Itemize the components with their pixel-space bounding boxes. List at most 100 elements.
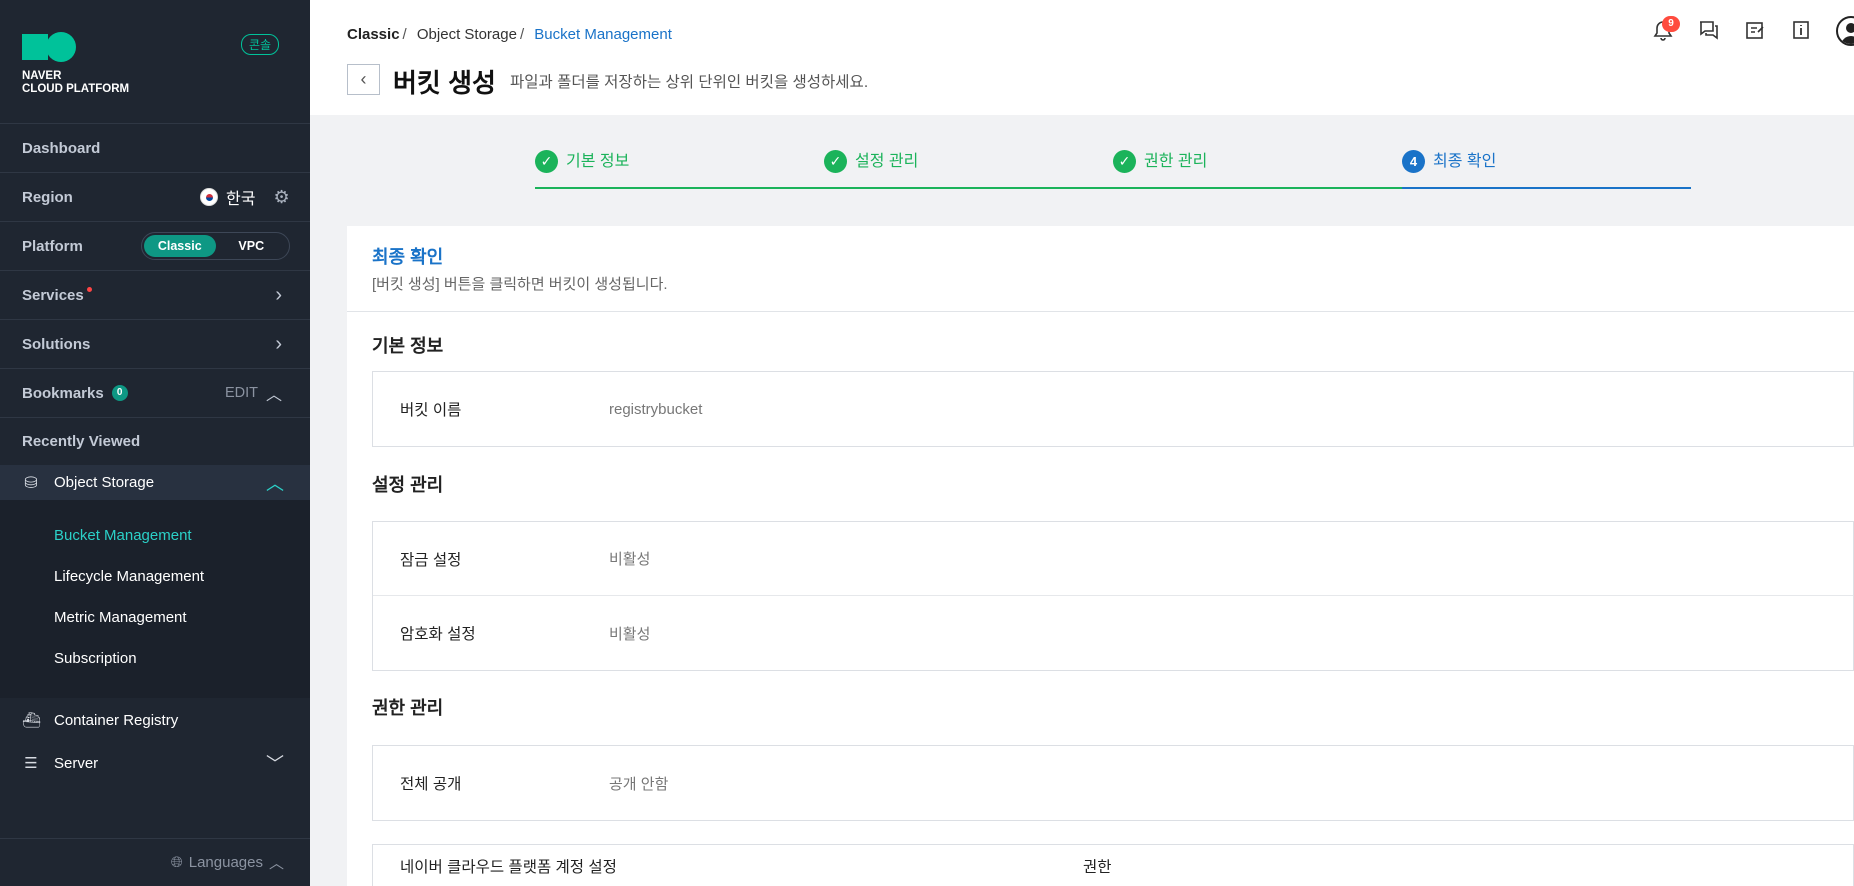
sidebar: NAVER CLOUD PLATFORM 콘솔 Dashboard Region…: [0, 0, 310, 886]
dashboard-label: Dashboard: [22, 139, 101, 157]
section-title-basic: 기본 정보: [372, 336, 444, 356]
chevron-right-icon: ›: [275, 283, 282, 306]
bell-icon[interactable]: 9: [1652, 16, 1680, 42]
submenu-lifecycle-management[interactable]: Lifecycle Management: [54, 568, 204, 585]
container-registry-icon: ⛴: [22, 712, 42, 729]
check-icon: ✓: [824, 150, 847, 173]
step-progress: ✓ 기본 정보 ✓ 설정 관리 ✓ 권한 관리 4 최종 확인: [535, 150, 1692, 190]
chevron-up-icon[interactable]: ︿: [266, 381, 282, 405]
console-badge[interactable]: 콘솔: [241, 34, 280, 55]
logo-mark-icon: [22, 32, 129, 62]
back-button[interactable]: ‹: [347, 64, 380, 95]
column-header-permission: 권한: [1083, 858, 1112, 876]
solutions-label: Solutions: [22, 335, 91, 353]
page-subtitle: 파일과 폴더를 저장하는 상위 단위인 버킷을 생성하세요.: [510, 74, 869, 91]
chevron-up-icon: ︿: [266, 473, 284, 494]
sidebar-item-object-storage[interactable]: ⛁ Object Storage ︿: [0, 465, 310, 500]
submenu-bucket-management[interactable]: Bucket Management: [54, 527, 192, 544]
step-settings: ✓ 설정 관리: [824, 150, 1113, 189]
sidebar-item-services[interactable]: Services ›: [0, 270, 310, 319]
chevron-right-icon: ›: [275, 332, 282, 355]
server-label: Server: [54, 754, 99, 772]
info-value: 비활성: [609, 625, 651, 643]
container-registry-label: Container Registry: [54, 711, 179, 729]
info-row-public: 전체 공개 공개 안함: [373, 746, 1853, 820]
info-book-icon[interactable]: [1790, 20, 1812, 42]
chevron-up-icon: ︿: [268, 855, 284, 872]
info-value: 공개 안함: [609, 775, 669, 793]
info-key: 암호화 설정: [400, 626, 476, 643]
basic-info-box: 버킷 이름 registrybucket: [372, 371, 1854, 447]
submenu-metric-management[interactable]: Metric Management: [54, 609, 187, 626]
page-title: 버킷 생성: [393, 68, 496, 98]
region-selector[interactable]: 한국 ⚙: [200, 185, 290, 209]
info-key: 버킷 이름: [400, 402, 462, 419]
platform-label: Platform: [22, 237, 83, 255]
sidebar-item-container-registry[interactable]: ⛴ Container Registry: [0, 700, 310, 740]
step-label: 기본 정보: [566, 153, 630, 170]
new-dot-icon: [86, 286, 92, 292]
step-basic-info: ✓ 기본 정보: [535, 150, 824, 189]
platform-toggle[interactable]: Classic VPC: [141, 232, 290, 260]
section-title-permissions: 권한 관리: [372, 698, 444, 718]
platform-option-vpc[interactable]: VPC: [216, 235, 288, 257]
step-number: 4: [1402, 150, 1425, 173]
info-row-encryption: 암호화 설정 비활성: [373, 596, 1853, 670]
object-storage-label: Object Storage: [54, 474, 155, 491]
chat-icon[interactable]: [1698, 20, 1720, 42]
card-title: 최종 확인: [372, 247, 444, 267]
check-icon: ✓: [1113, 150, 1136, 173]
info-key: 전체 공개: [400, 776, 462, 793]
breadcrumb-object-storage[interactable]: Object Storage: [417, 26, 517, 43]
chevron-left-icon: ‹: [360, 69, 367, 89]
logo-text-line2: CLOUD PLATFORM: [22, 83, 130, 95]
database-icon: ⛁: [24, 474, 38, 492]
memo-icon[interactable]: [1744, 20, 1766, 42]
globe-icon: 🌐︎: [170, 854, 183, 871]
sidebar-item-server[interactable]: ☰ Server ﹀: [0, 743, 310, 783]
sidebar-item-recently-viewed[interactable]: Recently Viewed: [0, 417, 310, 465]
step-final-confirm: 4 최종 확인: [1402, 150, 1691, 189]
settings-info-box: 잠금 설정 비활성 암호화 설정 비활성: [372, 521, 1854, 671]
sidebar-item-bookmarks[interactable]: Bookmarks 0 EDIT ︿: [0, 368, 310, 417]
column-header-account: 네이버 클라우드 플랫폼 계정 설정: [400, 858, 617, 876]
card-description: [버킷 생성] 버튼을 클릭하면 버킷이 생성됩니다.: [372, 276, 668, 293]
step-permissions: ✓ 권한 관리: [1113, 150, 1402, 189]
user-avatar-icon[interactable]: [1836, 16, 1854, 46]
object-storage-submenu: Bucket Management Lifecycle Management M…: [0, 500, 310, 698]
check-icon: ✓: [535, 150, 558, 173]
languages-selector[interactable]: 🌐︎ Languages ︿: [0, 838, 310, 886]
step-label: 권한 관리: [1144, 153, 1208, 170]
final-confirm-card: 최종 확인 [버킷 생성] 버튼을 클릭하면 버킷이 생성됩니다. 기본 정보 …: [347, 226, 1854, 886]
breadcrumb: Classic / Object Storage / Bucket Manageme…: [347, 26, 672, 43]
bookmarks-label: Bookmarks: [22, 384, 104, 402]
sidebar-item-dashboard[interactable]: Dashboard: [0, 123, 310, 172]
gear-icon[interactable]: ⚙: [273, 187, 289, 208]
server-icon: ☰: [24, 755, 38, 772]
recently-viewed-label: Recently Viewed: [22, 433, 141, 450]
step-label: 설정 관리: [855, 153, 919, 170]
logo-text-line1: NAVER: [22, 70, 62, 82]
info-row-lock: 잠금 설정 비활성: [373, 522, 1853, 596]
page-header: Classic / Object Storage / Bucket Manageme…: [310, 0, 1854, 115]
breadcrumb-bucket-management[interactable]: Bucket Management: [534, 26, 672, 43]
card-header: 최종 확인 [버킷 생성] 버튼을 클릭하면 버킷이 생성됩니다.: [347, 226, 1854, 312]
submenu-subscription[interactable]: Subscription: [54, 650, 137, 667]
platform-option-classic[interactable]: Classic: [144, 235, 216, 257]
sidebar-item-solutions[interactable]: Solutions ›: [0, 319, 310, 368]
info-value: 비활성: [609, 551, 651, 568]
section-title-settings: 설정 관리: [372, 475, 444, 495]
step-label: 최종 확인: [1433, 153, 1497, 170]
chevron-down-icon: ﹀: [266, 754, 284, 774]
account-permission-table-header: 네이버 클라우드 플랫폼 계정 설정 권한: [372, 844, 1854, 886]
naver-cloud-logo[interactable]: NAVER CLOUD PLATFORM: [22, 32, 129, 96]
bookmarks-edit-button[interactable]: EDIT: [225, 385, 258, 401]
sidebar-item-platform: Platform Classic VPC: [0, 221, 310, 270]
breadcrumb-classic[interactable]: Classic: [347, 26, 400, 43]
permissions-info-box: 전체 공개 공개 안함: [372, 745, 1854, 821]
languages-label: Languages: [188, 854, 263, 871]
sidebar-item-region: Region 한국 ⚙: [0, 172, 310, 221]
services-label: Services: [22, 286, 84, 304]
region-value: 한국: [226, 191, 256, 208]
korea-flag-icon: [200, 188, 218, 206]
